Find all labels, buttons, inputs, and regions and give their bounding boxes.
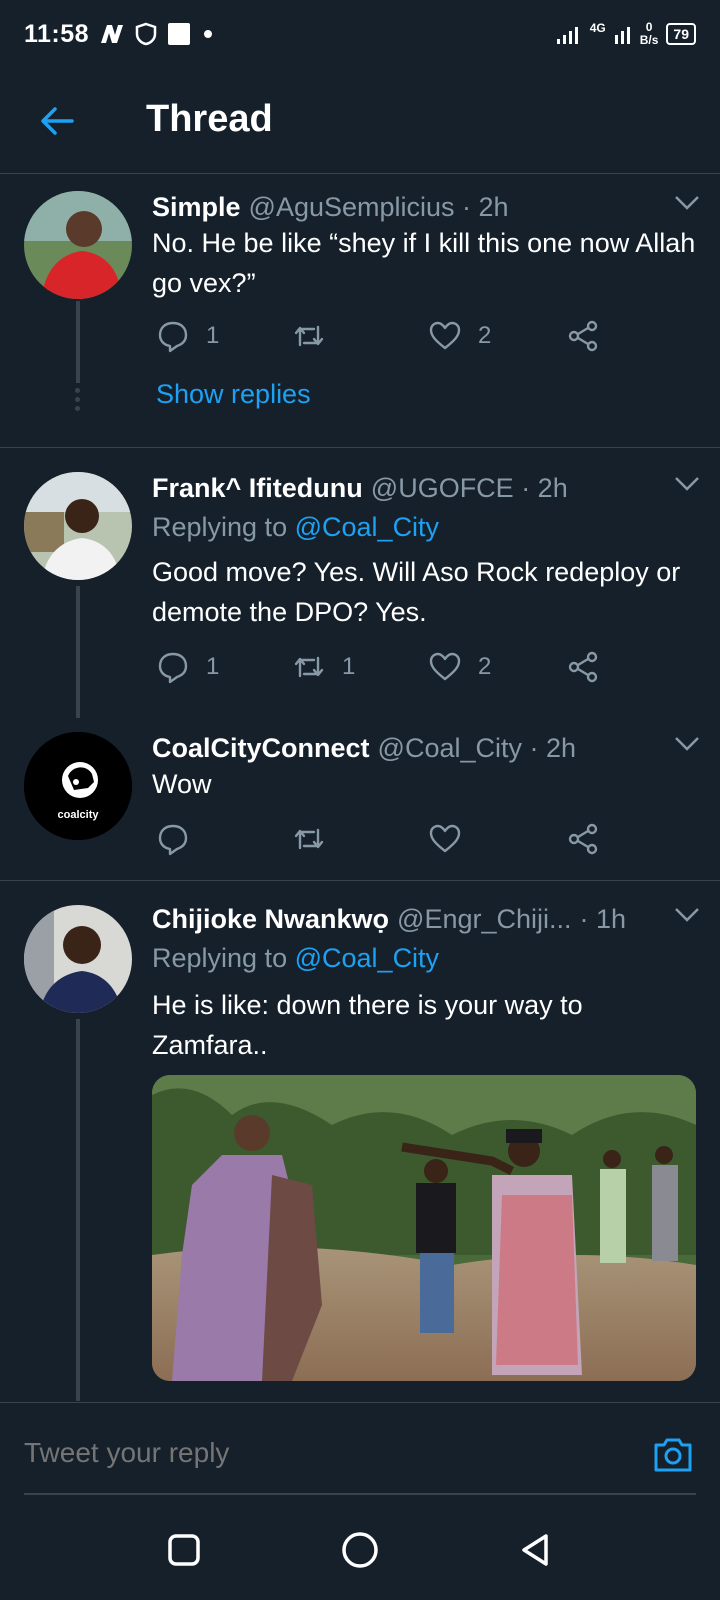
display-name[interactable]: Chijioke Nwankwọ <box>152 904 389 935</box>
retweet-icon <box>294 656 324 678</box>
network-speed: 0 B/s <box>639 20 659 47</box>
like-count: 2 <box>478 653 492 680</box>
tweet-header: CoalCityConnect @Coal_City · 2h <box>152 730 700 766</box>
handle: @AguSemplicius · 2h <box>248 191 509 222</box>
tweet-actions <box>152 822 612 862</box>
system-nav-bar <box>0 1496 720 1600</box>
like-button[interactable]: 2 <box>428 650 491 684</box>
n-logo-icon <box>101 25 124 43</box>
page-title: Thread <box>146 98 273 140</box>
tweet-text: He is like: down there is your way to Za… <box>152 990 583 1060</box>
share-icon <box>568 823 598 855</box>
reply-button[interactable]: 1 <box>156 319 219 353</box>
retweet-button[interactable] <box>292 822 326 856</box>
tweet-text: Good move? Yes. Will Aso Rock redeploy o… <box>152 557 681 627</box>
thread-dots <box>75 388 81 415</box>
display-name[interactable]: CoalCityConnect <box>152 733 370 764</box>
reply-icon <box>158 652 188 684</box>
reply-count: 1 <box>206 322 220 349</box>
tweet-text: No. He be like “shey if I kill this one … <box>152 228 696 298</box>
mention-link[interactable]: @Coal_City <box>295 943 439 973</box>
reply-button[interactable] <box>156 822 190 856</box>
square-notification-icon <box>168 23 191 45</box>
replying-to: Replying to @Coal_City <box>152 943 440 973</box>
avatar[interactable] <box>24 472 132 580</box>
handle: @UGOFCE · 2h <box>370 472 568 503</box>
tweet-frank[interactable]: Frank^ Ifitedunu @UGOFCE · 2h Replying t… <box>0 448 720 718</box>
signal-icon-2 <box>614 27 630 44</box>
dot-icon <box>204 30 213 38</box>
share-button[interactable] <box>566 822 600 856</box>
chevron-down-icon[interactable] <box>672 734 702 754</box>
avatar[interactable] <box>24 191 132 299</box>
chevron-down-icon[interactable] <box>672 905 702 925</box>
photo-icon <box>152 1075 696 1381</box>
tweet-header: Simple @AguSemplicius · 2h <box>152 189 700 225</box>
like-count: 2 <box>478 322 492 349</box>
tweet-header: Frank^ Ifitedunu @UGOFCE · 2h <box>152 470 700 506</box>
heart-icon <box>429 321 461 350</box>
tweet-actions: 1 2 <box>152 319 612 359</box>
retweet-count: 1 <box>342 653 356 680</box>
heart-icon <box>429 652 461 681</box>
retweet-icon <box>294 828 324 850</box>
recent-apps-icon[interactable] <box>164 1530 204 1570</box>
tweet-actions: 1 1 2 <box>152 650 612 690</box>
display-name[interactable]: Simple <box>152 192 241 223</box>
reply-icon <box>158 824 188 856</box>
tweet-coalcity[interactable]: coalcity CoalCityConnect @Coal_City · 2h… <box>0 708 720 880</box>
heart-icon <box>429 824 461 853</box>
tweet-text: Wow <box>152 769 212 799</box>
signal-icon <box>556 27 578 44</box>
tweet-photo[interactable] <box>152 1075 696 1381</box>
tweet-simple[interactable]: Simple @AguSemplicius · 2h No. He be lik… <box>0 175 720 447</box>
reply-underline <box>24 1493 696 1495</box>
reply-count: 1 <box>206 653 220 680</box>
tweet-time: · 1h <box>579 903 627 934</box>
back-arrow-icon[interactable] <box>38 102 76 140</box>
chevron-down-icon[interactable] <box>672 193 702 213</box>
tweet-header: Chijioke Nwankwọ @Engr_Chiji... · 1h <box>152 901 700 937</box>
status-bar: 11:58 4G 0 B/s 79 <box>0 0 720 68</box>
handle: @Engr_Chiji... <box>397 903 572 934</box>
mention-link[interactable]: @Coal_City <box>295 512 439 542</box>
coalcity-logo-text: coalcity <box>58 809 100 821</box>
retweet-icon <box>294 325 324 347</box>
thread-header: Thread <box>0 68 720 174</box>
chevron-down-icon[interactable] <box>672 474 702 494</box>
display-name[interactable]: Frank^ Ifitedunu <box>152 473 363 504</box>
thread-line <box>76 586 80 718</box>
share-button[interactable] <box>566 650 600 684</box>
shield-icon <box>135 22 157 46</box>
like-button[interactable]: 2 <box>428 319 491 353</box>
reply-bar <box>0 1402 720 1496</box>
retweet-button[interactable] <box>292 319 342 353</box>
home-icon[interactable] <box>340 1530 380 1570</box>
reply-button[interactable]: 1 <box>156 650 219 684</box>
reply-icon <box>158 321 188 353</box>
tweet-chijioke[interactable]: Chijioke Nwankwọ @Engr_Chiji... · 1h Rep… <box>0 881 720 1401</box>
retweet-button[interactable]: 1 <box>292 650 355 684</box>
status-time: 11:58 <box>24 19 90 48</box>
show-replies-link[interactable]: Show replies <box>156 379 311 410</box>
thread-line <box>76 1019 80 1401</box>
thread-line <box>76 301 80 383</box>
camera-icon[interactable] <box>652 1435 694 1475</box>
reply-input[interactable] <box>24 1433 604 1473</box>
like-button[interactable] <box>428 822 462 856</box>
battery-indicator: 79 <box>666 23 696 45</box>
back-nav-icon[interactable] <box>516 1530 556 1570</box>
share-icon <box>568 651 598 683</box>
share-icon <box>568 320 598 352</box>
avatar[interactable]: coalcity <box>24 732 132 840</box>
replying-to: Replying to @Coal_City <box>152 512 440 542</box>
handle: @Coal_City · 2h <box>377 732 577 763</box>
avatar[interactable] <box>24 905 132 1013</box>
network-type: 4G <box>589 21 606 35</box>
share-button[interactable] <box>566 319 600 353</box>
